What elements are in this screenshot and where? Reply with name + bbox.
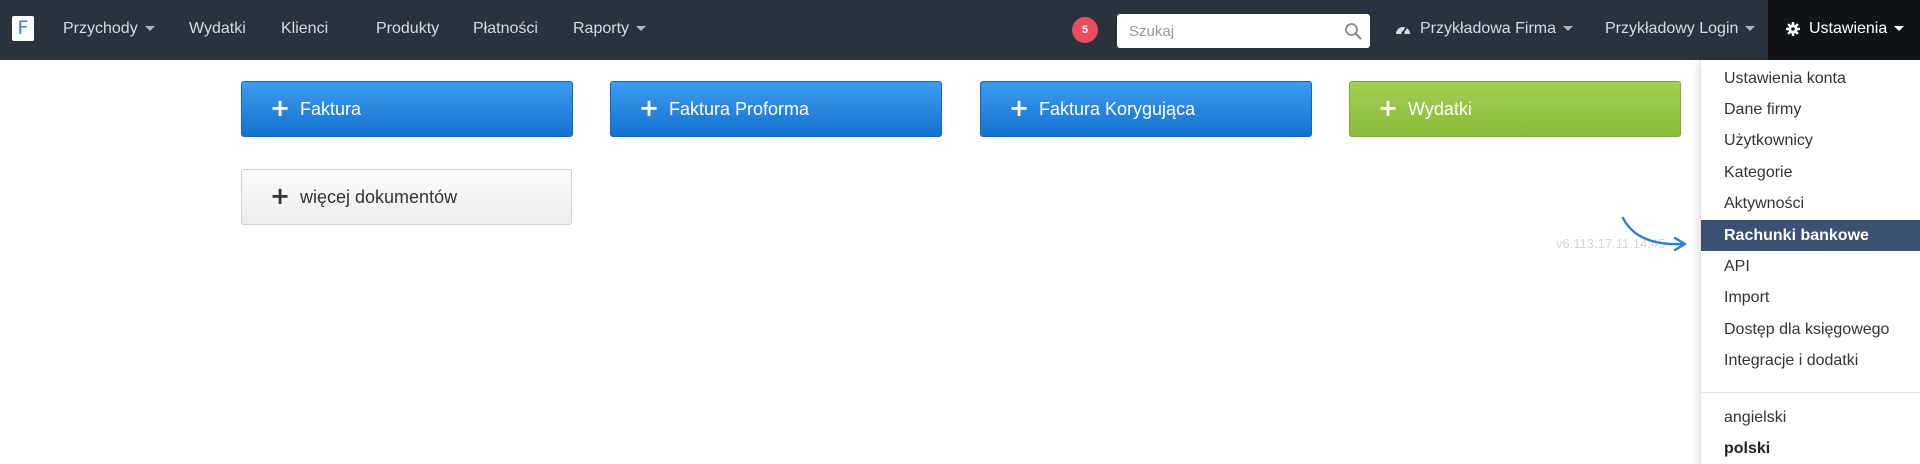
settings-toggle-content: Ustawienia — [1786, 0, 1905, 60]
login-menu[interactable]: Przykładowy Login — [1605, 0, 1756, 60]
menu-item-accountant-access[interactable]: Dostęp dla księgowego — [1701, 314, 1920, 345]
language-option-english[interactable]: angielski — [1701, 402, 1920, 433]
menu-item-api[interactable]: API — [1701, 251, 1920, 282]
nav-przychody-label: Przychody — [63, 20, 138, 37]
menu-item-account-settings[interactable]: Ustawienia konta — [1701, 63, 1920, 94]
plus-icon: + — [1378, 94, 1399, 122]
chevron-down-icon — [1745, 26, 1756, 32]
chevron-down-icon — [636, 26, 647, 32]
dashboard-icon — [1396, 26, 1410, 35]
settings-label: Ustawienia — [1809, 20, 1888, 37]
new-invoice-button[interactable]: + Faktura — [241, 81, 573, 137]
plus-icon: + — [270, 94, 291, 122]
chevron-down-icon — [1563, 26, 1574, 32]
search-input[interactable] — [1117, 14, 1327, 48]
new-proforma-label: Faktura Proforma — [669, 99, 810, 119]
nav-wydatki-label: Wydatki — [189, 20, 246, 37]
menu-item-activities[interactable]: Aktywności — [1701, 188, 1920, 219]
search-box — [1117, 14, 1370, 48]
more-documents-label: więcej dokumentów — [300, 187, 458, 207]
plus-icon: + — [639, 94, 660, 122]
pointer-arrow-icon — [1621, 216, 1687, 252]
new-expense-button[interactable]: + Wydatki — [1349, 81, 1681, 137]
new-correction-label: Faktura Korygująca — [1039, 99, 1196, 119]
menu-divider — [1701, 392, 1920, 393]
language-option-polish[interactable]: polski — [1701, 433, 1920, 464]
new-proforma-button[interactable]: + Faktura Proforma — [610, 81, 942, 137]
nav-raporty-label: Raporty — [573, 20, 630, 37]
notification-badge[interactable]: 5 — [1072, 17, 1098, 43]
nav-produkty[interactable]: Produkty — [376, 0, 439, 60]
new-correction-invoice-button[interactable]: + Faktura Korygująca — [980, 81, 1312, 137]
menu-item-categories[interactable]: Kategorie — [1701, 157, 1920, 188]
top-navbar: F Przychody Wydatki Klienci Produkty Pła… — [0, 0, 1920, 60]
settings-menu-toggle[interactable]: Ustawienia — [1768, 0, 1920, 60]
more-documents-button[interactable]: + więcej dokumentów — [241, 169, 572, 225]
menu-item-integrations[interactable]: Integracje i dodatki — [1701, 345, 1920, 376]
nav-klienci-label: Klienci — [281, 20, 329, 37]
nav-raporty[interactable]: Raporty — [573, 0, 647, 60]
nav-wydatki[interactable]: Wydatki — [189, 0, 246, 60]
menu-item-import[interactable]: Import — [1701, 282, 1920, 313]
login-label: Przykładowy Login — [1605, 20, 1739, 37]
menu-item-company-data[interactable]: Dane firmy — [1701, 94, 1920, 125]
nav-klienci[interactable]: Klienci — [281, 0, 328, 60]
nav-platnosci-label: Płatności — [473, 20, 538, 37]
new-expense-label: Wydatki — [1408, 99, 1472, 119]
search-icon[interactable] — [1344, 22, 1362, 40]
menu-item-bank-accounts[interactable]: Rachunki bankowe — [1701, 220, 1920, 251]
company-label: Przykładowa Firma — [1420, 20, 1557, 37]
logo-letter: F — [17, 17, 29, 39]
nav-platnosci[interactable]: Płatności — [473, 0, 538, 60]
plus-icon: + — [270, 182, 291, 210]
nav-przychody[interactable]: Przychody — [63, 0, 155, 60]
chevron-down-icon — [144, 26, 155, 32]
plus-icon: + — [1009, 94, 1030, 122]
gear-icon — [1786, 21, 1800, 36]
nav-produkty-label: Produkty — [376, 20, 440, 37]
chevron-down-icon — [1894, 26, 1905, 32]
app-logo[interactable]: F — [12, 16, 34, 41]
new-invoice-label: Faktura — [300, 99, 362, 119]
company-switcher[interactable]: Przykładowa Firma — [1395, 0, 1574, 60]
settings-dropdown-menu: Ustawienia konta Dane firmy Użytkownicy … — [1700, 60, 1920, 464]
menu-item-users[interactable]: Użytkownicy — [1701, 125, 1920, 156]
